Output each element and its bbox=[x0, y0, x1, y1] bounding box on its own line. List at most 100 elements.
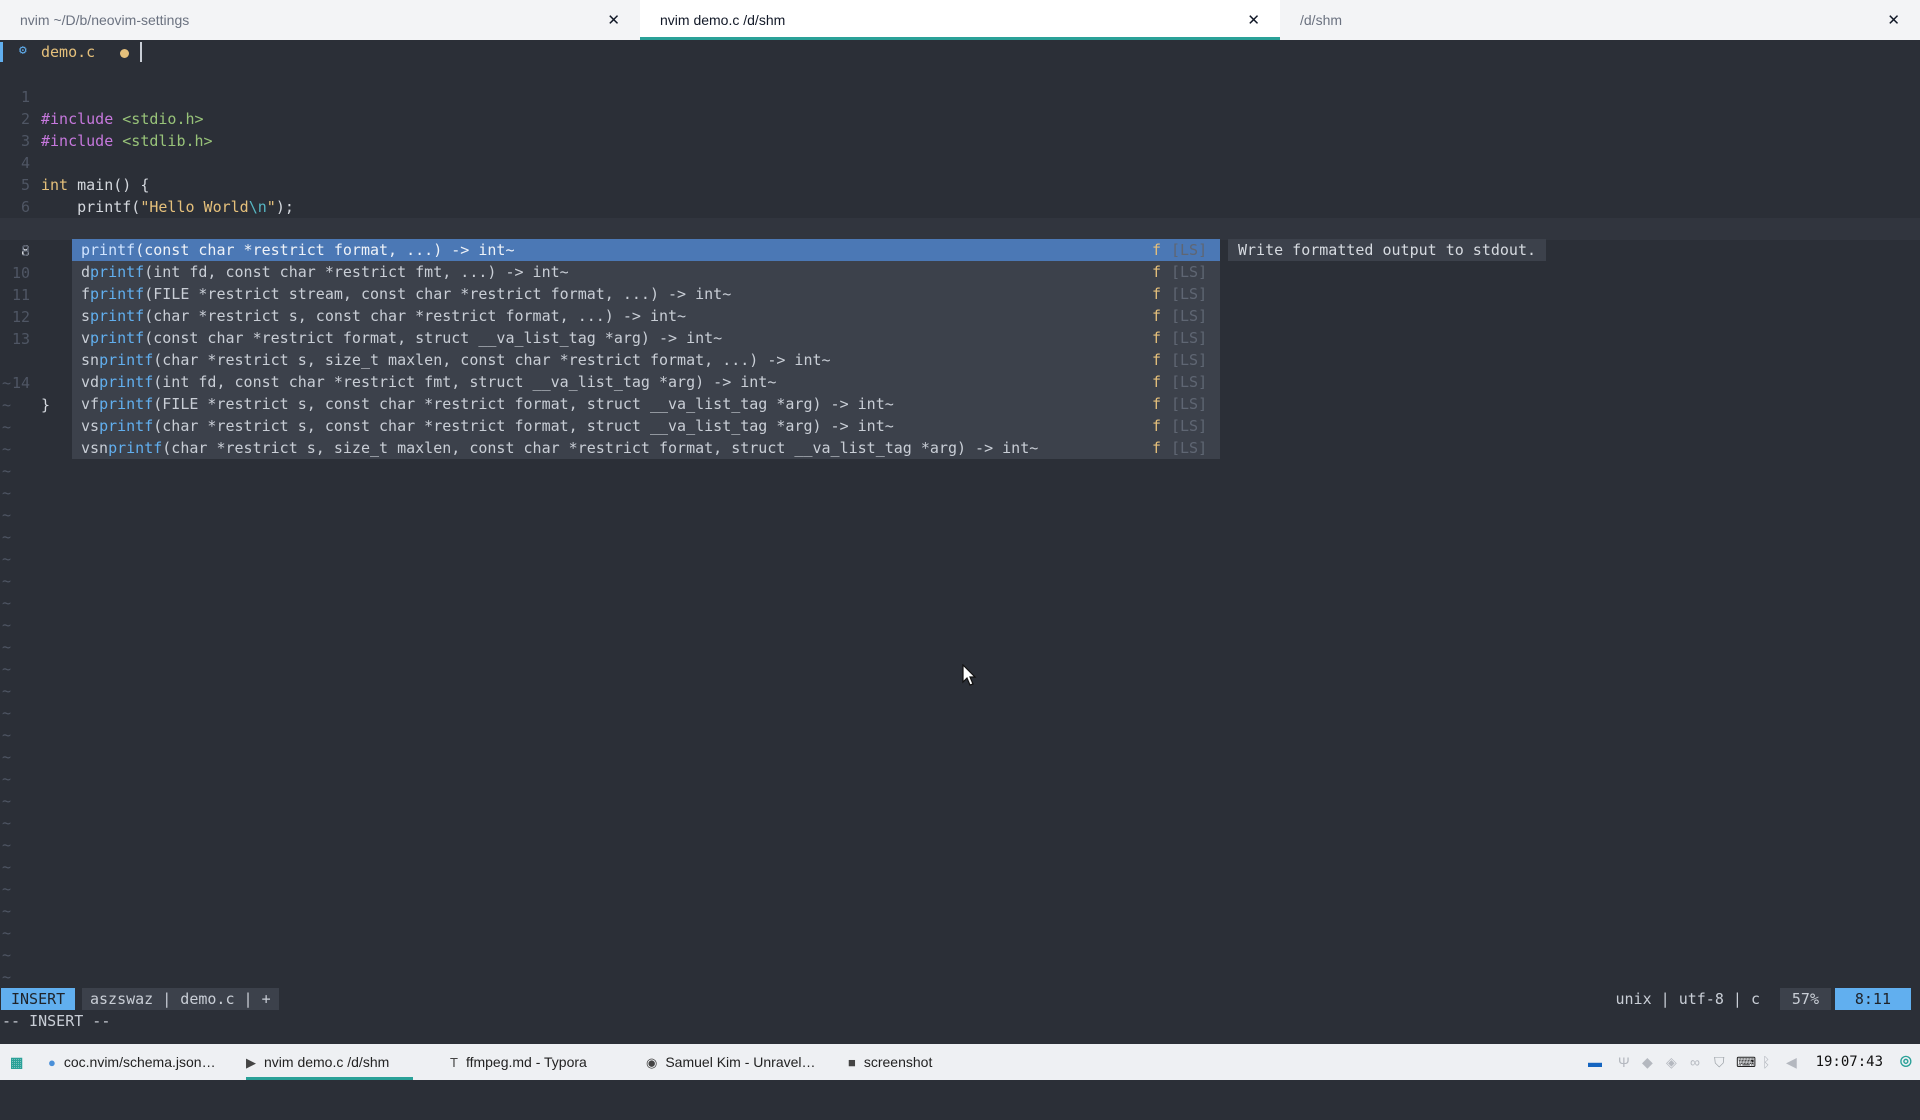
close-icon[interactable]: ✕ bbox=[1247, 11, 1260, 29]
completion-match: printf bbox=[99, 351, 154, 369]
cursor-position: 8:11 bbox=[1834, 988, 1911, 1010]
completion-prefix: sn bbox=[81, 351, 100, 369]
close-icon[interactable]: ✕ bbox=[607, 11, 620, 29]
keyboard-icon[interactable]: ⌨ bbox=[1736, 1054, 1756, 1071]
empty-line-tilde: ~ bbox=[2, 550, 12, 568]
completion-item[interactable]: dprintf(int fd, const char *restrict fmt… bbox=[72, 261, 1220, 283]
empty-line-tilde: ~ bbox=[2, 770, 12, 788]
usb-icon[interactable]: Ψ bbox=[1618, 1054, 1630, 1070]
vpn-icon[interactable]: ◆ bbox=[1642, 1054, 1653, 1071]
completion-rest: (const char *restrict format, struct __v… bbox=[144, 329, 723, 347]
empty-line-tilde: ~ bbox=[2, 616, 12, 634]
completion-item[interactable]: vsnprintf(char *restrict s, size_t maxle… bbox=[72, 437, 1220, 459]
completion-rest: (FILE *restrict s, const char *restrict … bbox=[153, 395, 894, 413]
completion-prefix: vsn bbox=[81, 439, 109, 457]
taskbar-label: ffmpeg.md - Typora bbox=[465, 1054, 587, 1070]
browser-icon: ● bbox=[48, 1055, 56, 1070]
empty-line-tilde: ~ bbox=[2, 968, 12, 986]
completion-kind: f bbox=[1152, 351, 1162, 369]
completion-rest: (char *restrict s, const char *restrict … bbox=[144, 307, 687, 325]
tab-nvim-demo[interactable]: nvim demo.c /d/shm ✕ bbox=[640, 0, 1280, 40]
tab-neovim-settings[interactable]: nvim ~/D/b/neovim-settings ✕ bbox=[0, 0, 640, 40]
completion-item[interactable]: vsprintf(char *restrict s, const char *r… bbox=[72, 415, 1220, 437]
typora-icon: T bbox=[450, 1055, 458, 1070]
bluetooth-icon[interactable]: ᛒ bbox=[1762, 1054, 1770, 1070]
taskbar-item-terminal[interactable]: ▶ nvim demo.c /d/shm bbox=[246, 1044, 414, 1080]
completion-kind: f bbox=[1152, 263, 1162, 281]
completion-rest: (char *restrict s, size_t maxlen, const … bbox=[153, 351, 831, 369]
empty-line-tilde: ~ bbox=[2, 924, 12, 942]
completion-item[interactable]: sprintf(char *restrict s, const char *re… bbox=[72, 305, 1220, 327]
empty-line-tilde: ~ bbox=[2, 792, 12, 810]
line-number: 11 bbox=[11, 286, 30, 304]
empty-line-tilde: ~ bbox=[2, 418, 12, 436]
empty-line-tilde: ~ bbox=[2, 374, 12, 392]
scroll-percent: 57% bbox=[1779, 988, 1831, 1010]
close-icon[interactable]: ✕ bbox=[1887, 11, 1900, 29]
completion-item[interactable]: vdprintf(int fd, const char *restrict fm… bbox=[72, 371, 1220, 393]
completion-signature: fprintf(FILE *restrict stream, const cha… bbox=[81, 283, 731, 305]
empty-line-tilde: ~ bbox=[2, 528, 12, 546]
empty-line-tilde: ~ bbox=[2, 836, 12, 854]
notification-icon[interactable]: ◎ bbox=[1900, 1052, 1912, 1069]
security-icon[interactable]: ⛉ bbox=[1714, 1054, 1725, 1071]
link-icon[interactable]: ∞ bbox=[1690, 1054, 1700, 1070]
taskbar-item-music[interactable]: ◉ Samuel Kim - Unravel… bbox=[646, 1044, 816, 1080]
mode-indicator: INSERT bbox=[1, 988, 76, 1010]
terminal-icon: ▶ bbox=[246, 1055, 256, 1070]
completion-match: printf bbox=[99, 373, 154, 391]
completion-kind: f bbox=[1152, 439, 1162, 457]
completion-signature: vdprintf(int fd, const char *restrict fm… bbox=[81, 371, 776, 393]
completion-item[interactable]: fprintf(FILE *restrict stream, const cha… bbox=[72, 283, 1220, 305]
completion-doc: Write formatted output to stdout. bbox=[1228, 239, 1547, 261]
code-line: 4 int main() { bbox=[0, 130, 1920, 194]
line-number: 10 bbox=[11, 264, 30, 282]
taskbar-label: screenshot bbox=[863, 1054, 933, 1070]
empty-line-tilde: ~ bbox=[2, 396, 12, 414]
folder-icon: ■ bbox=[848, 1055, 856, 1070]
completion-prefix: v bbox=[81, 329, 91, 347]
completion-prefix: s bbox=[81, 307, 91, 325]
completion-item[interactable]: printf(const char *restrict format, ...)… bbox=[72, 239, 1220, 261]
monitor-icon[interactable]: ▬ bbox=[1588, 1054, 1602, 1070]
code-line: 5 printf("Hello World\n"); bbox=[0, 152, 1920, 216]
completion-prefix: vf bbox=[81, 395, 100, 413]
empty-line-tilde: ~ bbox=[2, 880, 12, 898]
file-info: aszswaz | demo.c | + bbox=[82, 988, 279, 1010]
code-line: 2 #include <stdlib.h> bbox=[0, 86, 1920, 150]
completion-rest: (FILE *restrict stream, const char *rest… bbox=[144, 285, 732, 303]
completion-rest: (const char *restrict format, ...) -> in… bbox=[135, 241, 515, 259]
completion-item[interactable]: vfprintf(FILE *restrict s, const char *r… bbox=[72, 393, 1220, 415]
completion-kind: f bbox=[1152, 241, 1162, 259]
line-number: 12 bbox=[11, 308, 30, 326]
completion-item[interactable]: vprintf(const char *restrict format, str… bbox=[72, 327, 1220, 349]
completion-signature: sprintf(char *restrict s, const char *re… bbox=[81, 305, 686, 327]
music-icon: ◉ bbox=[646, 1055, 658, 1070]
completion-source: [LS] bbox=[1171, 285, 1208, 303]
menu-icon[interactable]: ▦ bbox=[10, 1044, 23, 1080]
taskbar-item-browser[interactable]: ● coc.nvim/schema.json… bbox=[48, 1044, 216, 1080]
tab-shm[interactable]: /d/shm ✕ bbox=[1280, 0, 1920, 40]
command-line: -- INSERT -- bbox=[2, 1012, 111, 1030]
taskbar-label: Samuel Kim - Unravel… bbox=[665, 1054, 816, 1070]
shield-icon[interactable]: ◈ bbox=[1666, 1054, 1677, 1071]
taskbar-item-folder[interactable]: ■ screenshot bbox=[848, 1044, 932, 1080]
completion-rest: (int fd, const char *restrict fmt, struc… bbox=[153, 373, 777, 391]
code-line: 6 printf("Hello World\n"); bbox=[0, 174, 1920, 238]
completion-match: printf bbox=[90, 307, 145, 325]
empty-line-tilde: ~ bbox=[2, 660, 12, 678]
completion-item[interactable]: snprintf(char *restrict s, size_t maxlen… bbox=[72, 349, 1220, 371]
volume-icon[interactable]: ◀ bbox=[1786, 1054, 1797, 1071]
completion-rest: (char *restrict s, const char *restrict … bbox=[153, 417, 894, 435]
tab-title: nvim ~/D/b/neovim-settings bbox=[20, 12, 190, 28]
empty-line-tilde: ~ bbox=[2, 704, 12, 722]
completion-menu[interactable]: printf (const char *restrict format, ...)… bbox=[72, 239, 1220, 459]
tab-title: nvim demo.c /d/shm bbox=[660, 12, 786, 28]
completion-source: [LS] bbox=[1171, 417, 1208, 435]
terminal-tab-bar: nvim ~/D/b/neovim-settings ✕ nvim demo.c… bbox=[0, 0, 1920, 40]
completion-source: [LS] bbox=[1171, 263, 1208, 281]
editor-area[interactable]: 1 #include <stdio.h> 2 #include <stdlib.… bbox=[0, 40, 1920, 1008]
taskbar-item-typora[interactable]: Tffmpeg.md - Typora bbox=[450, 1044, 587, 1080]
completion-source: [LS] bbox=[1171, 241, 1208, 259]
empty-line-tilde: ~ bbox=[2, 638, 12, 656]
